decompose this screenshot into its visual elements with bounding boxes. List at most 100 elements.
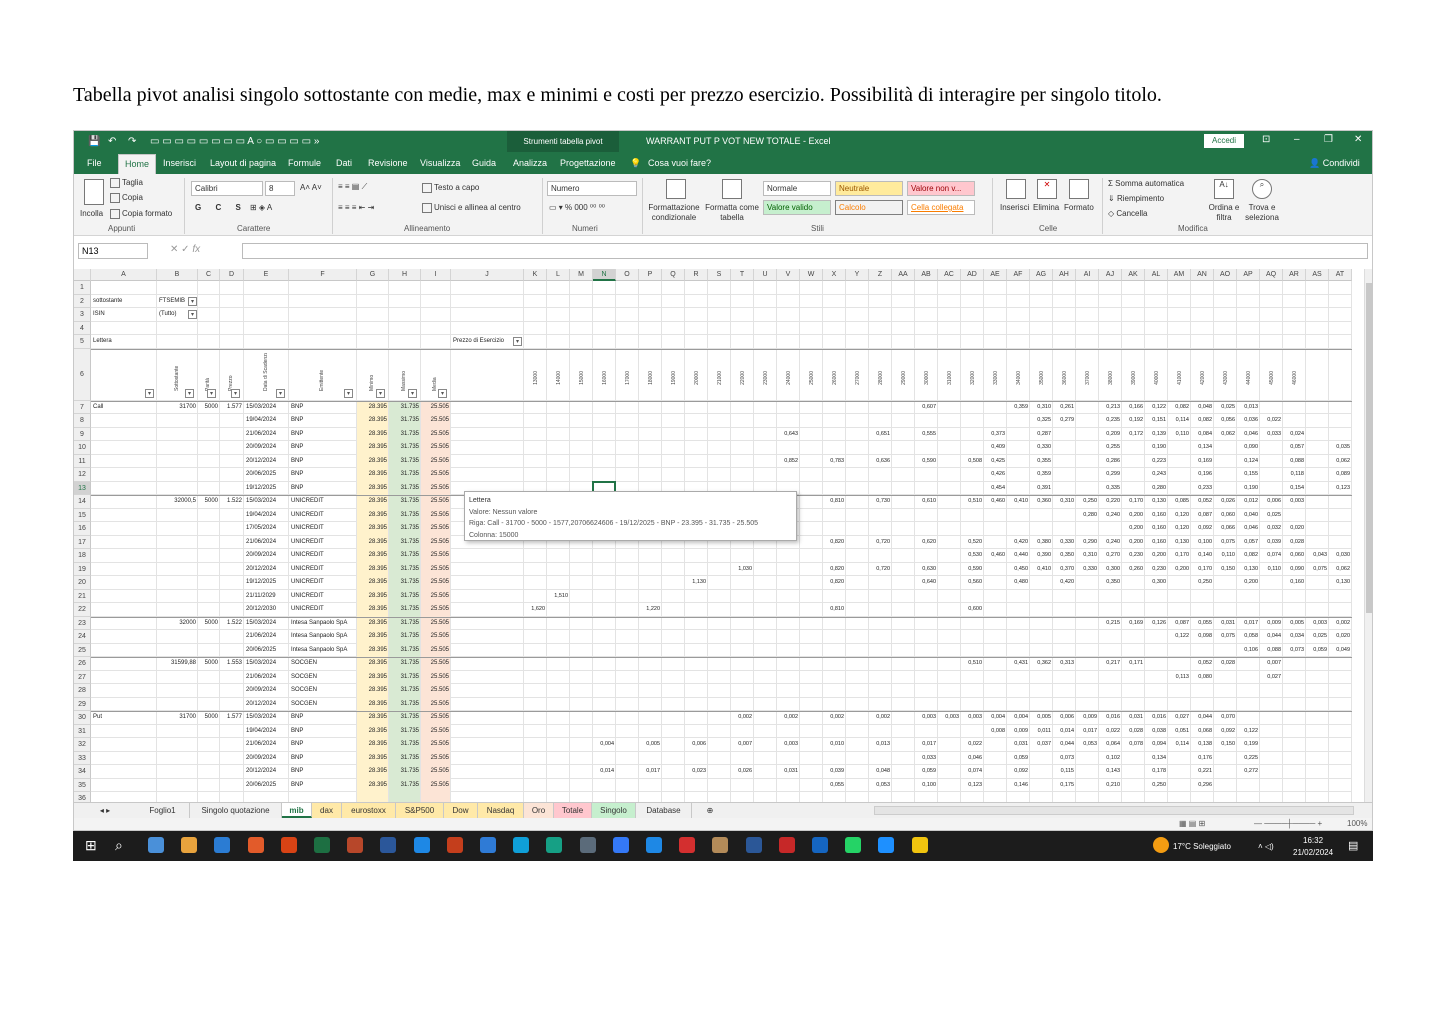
price-value[interactable]: 0,286 [1101, 455, 1120, 468]
column-header[interactable]: AF [1007, 269, 1030, 281]
price-value[interactable]: 0,651 [871, 428, 890, 441]
opera-icon[interactable] [679, 837, 696, 853]
filter-dropdown-icon[interactable]: ▾ [188, 296, 197, 306]
delete-cells-button[interactable]: Elimina [1033, 203, 1059, 212]
price-value[interactable]: 0,160 [1147, 509, 1166, 522]
column-header[interactable]: AC [938, 269, 961, 281]
word-icon[interactable] [380, 837, 397, 853]
price-value[interactable]: 0,155 [1239, 468, 1258, 481]
row-header[interactable]: 23 [74, 616, 91, 630]
max-value[interactable]: 31.735 [391, 779, 419, 792]
avg-value[interactable]: 25.505 [423, 617, 449, 630]
avg-value[interactable]: 25.505 [423, 684, 449, 697]
avg-value[interactable]: 25.505 [423, 482, 449, 495]
price-value[interactable]: 0,031 [779, 765, 798, 778]
avg-value[interactable]: 25.505 [423, 698, 449, 711]
price-value[interactable]: 1,220 [641, 603, 660, 616]
price-value[interactable]: 0,240 [1101, 536, 1120, 549]
avg-value[interactable]: 25.505 [423, 563, 449, 576]
price-value[interactable]: 0,130 [1170, 536, 1189, 549]
price-value[interactable]: 0,240 [1101, 509, 1120, 522]
expiry-date[interactable]: 21/06/2024 [246, 630, 287, 643]
price-value[interactable]: 0,390 [1032, 549, 1051, 562]
row-header[interactable]: 27 [74, 670, 91, 684]
max-value[interactable]: 31.735 [391, 414, 419, 427]
column-header[interactable]: Q [662, 269, 685, 281]
pivot-row-field[interactable]: 1.553 [222, 657, 242, 670]
price-value[interactable]: 0,134 [1193, 441, 1212, 454]
price-value[interactable]: 0,555 [917, 428, 936, 441]
issuer[interactable]: UNICREDIT [291, 563, 355, 576]
task-view-icon[interactable] [148, 837, 164, 853]
row-header[interactable]: 11 [74, 454, 91, 468]
price-value[interactable]: 0,014 [1055, 725, 1074, 738]
style-good[interactable]: Valore valido [763, 200, 831, 215]
price-value[interactable]: 0,082 [1170, 401, 1189, 414]
fill-button[interactable]: ⇓ Riempimento [1108, 194, 1164, 203]
price-value[interactable]: 0,027 [1170, 711, 1189, 724]
pivot-row-field[interactable]: 31700 [159, 711, 196, 724]
price-value[interactable]: 0,011 [1032, 725, 1051, 738]
expiry-date[interactable]: 20/12/2024 [246, 455, 287, 468]
max-value[interactable]: 31.735 [391, 455, 419, 468]
price-value[interactable]: 0,080 [1193, 671, 1212, 684]
pivot-row-field[interactable]: 1.522 [222, 495, 242, 508]
expiry-date[interactable]: 15/03/2024 [246, 617, 287, 630]
expiry-date[interactable]: 15/03/2024 [246, 657, 287, 670]
conditional-format-button[interactable]: Formattazione condizionale [647, 203, 701, 223]
price-value[interactable]: 0,115 [1055, 765, 1074, 778]
pivot-row-field[interactable]: 5000 [200, 617, 218, 630]
expiry-date[interactable]: 20/06/2025 [246, 779, 287, 792]
avg-value[interactable]: 25.505 [423, 441, 449, 454]
expiry-date[interactable]: 19/04/2024 [246, 414, 287, 427]
price-value[interactable]: 0,044 [1193, 711, 1212, 724]
expiry-date[interactable]: 21/06/2024 [246, 738, 287, 751]
price-value[interactable]: 0,003 [779, 738, 798, 751]
app-icon[interactable] [745, 837, 762, 853]
wrap-text-button[interactable]: Testo a capo [422, 183, 479, 193]
max-value[interactable]: 31.735 [391, 657, 419, 670]
price-value[interactable]: 0,530 [963, 549, 982, 562]
price-value[interactable]: 0,030 [1331, 549, 1350, 562]
minimize-icon[interactable]: – [1294, 134, 1300, 145]
price-value[interactable]: 0,720 [871, 563, 890, 576]
pivot-row-field[interactable]: 31700 [159, 401, 196, 414]
style-neutral[interactable]: Neutrale [835, 181, 903, 196]
price-value[interactable]: 0,250 [1078, 495, 1097, 508]
column-header[interactable]: AT [1329, 269, 1352, 281]
price-value[interactable]: 0,073 [1285, 644, 1304, 657]
issuer[interactable]: UNICREDIT [291, 536, 355, 549]
price-value[interactable]: 0,235 [1101, 414, 1120, 427]
issuer[interactable]: UNICREDIT [291, 495, 355, 508]
column-header[interactable]: AL [1145, 269, 1168, 281]
sheet-tab[interactable]: Oro [524, 803, 554, 818]
price-value[interactable]: 0,820 [825, 536, 844, 549]
format-cells-icon[interactable] [1069, 179, 1089, 199]
price-value[interactable]: 0,075 [1216, 536, 1235, 549]
column-header[interactable]: T [731, 269, 754, 281]
price-value[interactable]: 0,122 [1239, 725, 1258, 738]
price-value[interactable]: 0,004 [986, 711, 1005, 724]
avg-value[interactable]: 25.505 [423, 576, 449, 589]
column-header[interactable]: X [823, 269, 846, 281]
expiry-date[interactable]: 19/04/2024 [246, 509, 287, 522]
avg-value[interactable]: 25.505 [423, 401, 449, 414]
price-value[interactable]: 0,200 [1170, 563, 1189, 576]
tab-analyze[interactable]: Analizza [513, 158, 547, 168]
price-value[interactable]: 0,106 [1239, 644, 1258, 657]
column-header[interactable]: AA [892, 269, 915, 281]
expiry-date[interactable]: 19/12/2025 [246, 576, 287, 589]
pivot-row-field[interactable]: 5000 [200, 401, 218, 414]
price-value[interactable]: 0,037 [1032, 738, 1051, 751]
row-header[interactable]: 18 [74, 549, 91, 563]
price-value[interactable]: 0,410 [1032, 563, 1051, 576]
max-value[interactable]: 31.735 [391, 603, 419, 616]
price-value[interactable]: 0,810 [825, 495, 844, 508]
price-value[interactable]: 0,123 [963, 779, 982, 792]
pivot-row-field[interactable]: Call [93, 401, 155, 414]
min-value[interactable]: 28.395 [359, 468, 387, 481]
issuer[interactable]: BNP [291, 428, 355, 441]
column-header[interactable]: AR [1283, 269, 1306, 281]
price-value[interactable]: 0,094 [1147, 738, 1166, 751]
row-header[interactable]: 4 [74, 321, 91, 335]
